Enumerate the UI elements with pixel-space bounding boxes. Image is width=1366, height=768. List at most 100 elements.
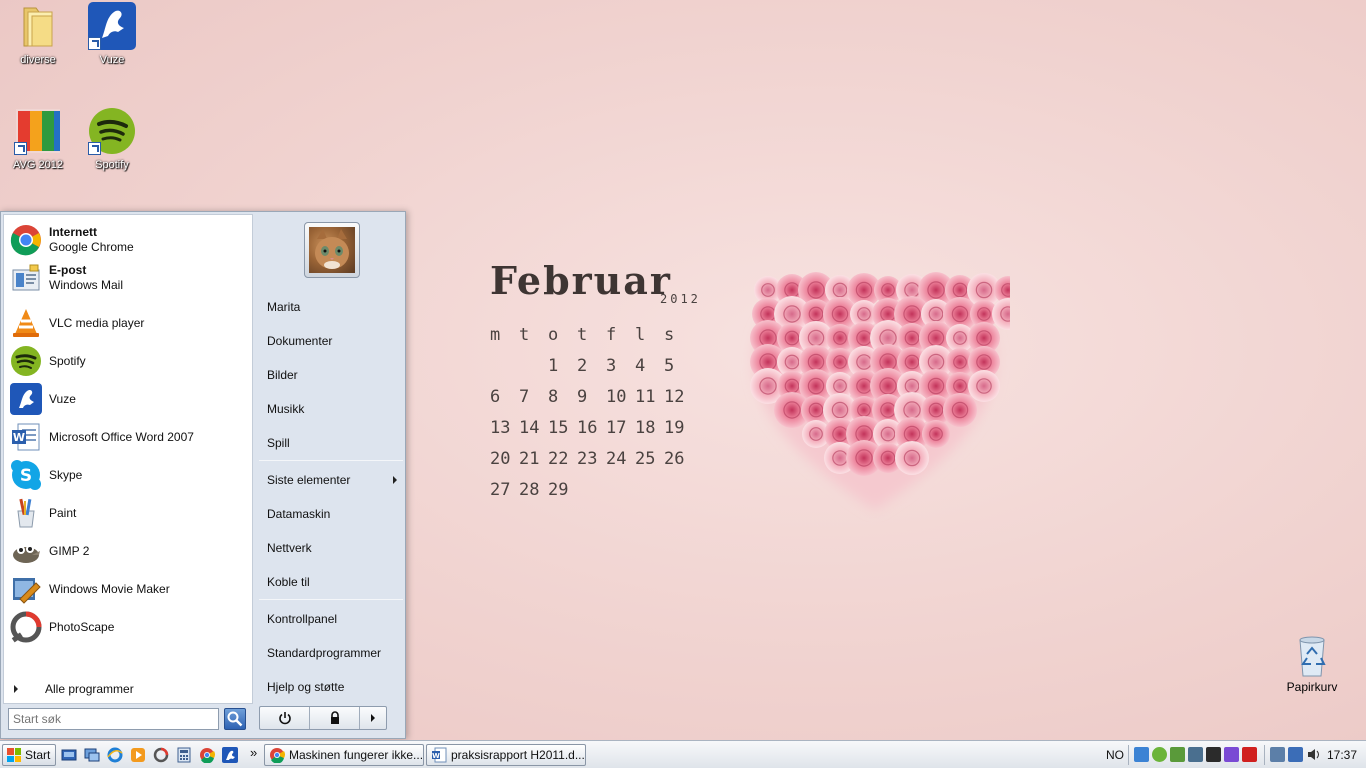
shutdown-options-button[interactable] [360, 707, 386, 729]
places-item-recent-items[interactable]: Siste elementer [267, 470, 401, 490]
network-tray-icon[interactable] [1188, 747, 1203, 762]
places-separator [259, 599, 403, 600]
start-menu-item-vlc[interactable]: VLC media player [10, 305, 250, 341]
show-desktop-icon[interactable] [61, 747, 77, 763]
taskbar-button-word[interactable]: W praksisrapport H2011.d... [426, 744, 586, 766]
power-buttons [259, 706, 387, 730]
desktop-icon-avg[interactable]: AVG 2012 [0, 107, 76, 171]
calendar-day: 25 [635, 449, 656, 469]
start-menu-item-movie-maker[interactable]: Windows Movie Maker [10, 571, 250, 607]
places-item-connect-to[interactable]: Koble til [267, 572, 401, 592]
safely-remove-tray-icon[interactable] [1270, 747, 1285, 762]
lock-icon [330, 711, 339, 724]
start-button[interactable]: Start [2, 744, 56, 766]
desktop-icon-recycle-bin[interactable]: Papirkurv [1276, 632, 1348, 694]
lock-button[interactable] [310, 707, 360, 729]
calendar-day: 1 [548, 356, 559, 376]
calendar-day [577, 480, 606, 500]
media-player-icon[interactable] [130, 747, 146, 763]
photoscape-quicklaunch-icon[interactable] [153, 747, 169, 763]
switch-windows-icon[interactable] [84, 747, 100, 763]
pinned-item-title: E-post [49, 263, 87, 277]
calendar-day: 20 [490, 449, 511, 469]
calendar-day: 2 [577, 356, 588, 376]
start-menu: Internett Google Chrome E-post Windows M… [0, 211, 406, 739]
places-item-documents[interactable]: Dokumenter [267, 331, 401, 351]
ati-tray-icon[interactable] [1242, 747, 1257, 762]
start-menu-item-vuze[interactable]: Vuze [10, 381, 250, 417]
desktop-icon-label: AVG 2012 [13, 159, 63, 171]
calendar-weekday: m [490, 325, 501, 345]
start-menu-item-photoscape[interactable]: PhotoScape [10, 609, 250, 645]
calendar-day: 10 [606, 387, 627, 407]
vuze-quicklaunch-icon[interactable] [222, 747, 238, 763]
start-search-input[interactable] [8, 708, 219, 730]
calculator-icon[interactable] [176, 747, 192, 763]
calendar-day: 7 [519, 387, 530, 407]
start-menu-item-skype[interactable]: S Skype [10, 457, 250, 493]
volume-icon[interactable] [1306, 747, 1321, 762]
program-label: Microsoft Office Word 2007 [49, 429, 194, 444]
places-item-computer[interactable]: Datamaskin [267, 504, 401, 524]
calendar-day: 12 [664, 387, 685, 407]
calendar-day: 28 [519, 480, 540, 500]
places-item-control-panel[interactable]: Kontrollpanel [267, 609, 401, 629]
vlc-icon [10, 307, 42, 339]
calendar-day: 3 [606, 356, 617, 376]
start-menu-item-internet[interactable]: Internett Google Chrome [10, 222, 250, 258]
desktop-icon-diverse[interactable]: diverse [0, 2, 76, 66]
start-menu-item-gimp[interactable]: GIMP 2 [10, 533, 250, 569]
movie-maker-icon [10, 573, 42, 605]
start-menu-item-spotify[interactable]: Spotify [10, 343, 250, 379]
task-label: praksisrapport H2011.d... [451, 748, 585, 762]
bluetooth-tray-icon[interactable] [1134, 747, 1149, 762]
user-picture-frame[interactable] [304, 222, 360, 278]
monitor-tray-icon[interactable] [1206, 747, 1221, 762]
desktop-icon-vuze[interactable]: Vuze [74, 2, 150, 66]
start-menu-item-word[interactable]: W Microsoft Office Word 2007 [10, 419, 250, 455]
internet-explorer-icon[interactable] [107, 747, 123, 763]
places-item-default-programs[interactable]: Standardprogrammer [267, 643, 401, 663]
input-language-indicator[interactable]: NO [1106, 748, 1124, 762]
avatar [309, 227, 355, 273]
rose-heart-image [740, 262, 1024, 522]
start-menu-item-email[interactable]: E-post Windows Mail [10, 260, 250, 296]
places-item-network[interactable]: Nettverk [267, 538, 401, 558]
taskbar-button-chrome[interactable]: Maskinen fungerer ikke... [264, 744, 424, 766]
places-item-games[interactable]: Spill [267, 433, 401, 453]
start-menu-places-pane: Marita Dokumenter Bilder Musikk Spill Si… [257, 214, 405, 704]
quicklaunch-overflow-button[interactable]: » [250, 745, 257, 760]
network-status-tray-icon[interactable] [1288, 747, 1303, 762]
desktop-icon-label: Spotify [95, 159, 129, 171]
shortcut-arrow-icon [88, 37, 101, 50]
start-menu-item-paint[interactable]: Paint [10, 495, 250, 531]
chrome-quicklaunch-icon[interactable] [199, 747, 215, 764]
calendar-day: 16 [577, 418, 598, 438]
arrow-right-icon [14, 685, 18, 693]
places-item-pictures[interactable]: Bilder [267, 365, 401, 385]
calendar-day: 29 [548, 480, 569, 500]
clock[interactable]: 17:37 [1327, 748, 1357, 762]
all-programs-button[interactable]: Alle programmer [14, 682, 134, 696]
desktop-icon-label: diverse [20, 54, 56, 66]
pinned-item-subtitle: Google Chrome [49, 240, 134, 254]
svg-text:S: S [20, 466, 32, 486]
mail-icon [10, 262, 42, 294]
color-tray-icon[interactable] [1224, 747, 1239, 762]
calendar-day: 24 [606, 449, 627, 469]
calendar-day: 5 [664, 356, 675, 376]
calendar-weekday: o [548, 325, 559, 345]
arrow-right-icon [393, 476, 397, 484]
tray-separator [1264, 745, 1265, 765]
places-item-help-support[interactable]: Hjelp og støtte [267, 677, 401, 697]
search-button[interactable] [224, 708, 246, 730]
desktop-icon-spotify[interactable]: Spotify [74, 107, 150, 171]
power-button[interactable] [260, 707, 310, 729]
places-item-music[interactable]: Musikk [267, 399, 401, 419]
places-item-user[interactable]: Marita [267, 297, 401, 317]
avg-tray-icon[interactable] [1152, 747, 1167, 762]
calendar-day: 17 [606, 418, 627, 438]
chrome-icon [10, 224, 42, 256]
spotify-tray-icon[interactable] [1170, 747, 1185, 762]
search-icon [227, 711, 243, 727]
